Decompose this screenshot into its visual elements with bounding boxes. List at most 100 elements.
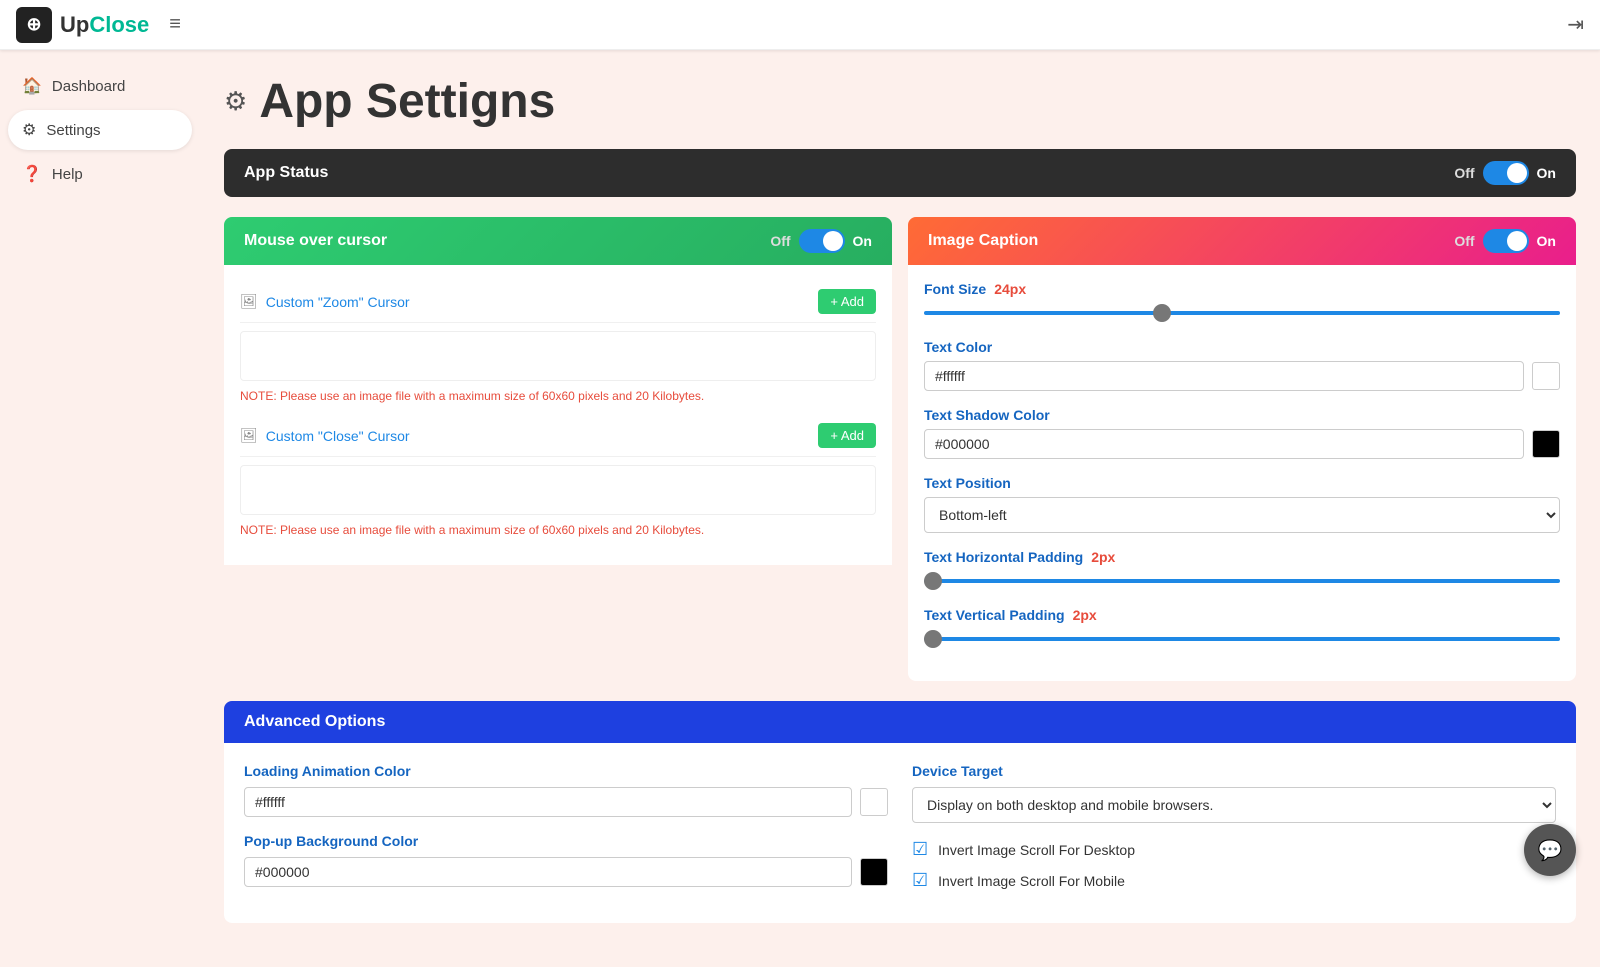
text-shadow-row: Text Shadow Color <box>924 407 1560 459</box>
close-img-icon: 🖼 <box>240 427 258 444</box>
h-padding-slider-wrapper <box>924 571 1560 591</box>
zoom-cursor-text: Custom "Zoom" Cursor <box>266 294 410 310</box>
topnav: ⊕ UpClose ≡ ⇥ <box>0 0 1600 50</box>
mouse-cursor-panel: Mouse over cursor Off On 🖼 Custom "Zoom"… <box>224 217 892 681</box>
text-color-input-row <box>924 361 1560 391</box>
font-size-row: Font Size 24px <box>924 281 1560 323</box>
text-position-row: Text Position Bottom-left Bottom-right T… <box>924 475 1560 533</box>
text-color-label: Text Color <box>924 339 1560 355</box>
sidebar-item-settings[interactable]: ⚙ Settings <box>8 110 192 150</box>
advanced-body: Loading Animation Color Pop-up Backgroun… <box>224 743 1576 923</box>
app-status-toggle-group: Off On <box>1454 161 1556 185</box>
page-title: App Settigns <box>259 74 555 129</box>
advanced-panel: Advanced Options Loading Animation Color <box>224 701 1576 923</box>
v-padding-value: 2px <box>1073 607 1097 623</box>
h-padding-row: Text Horizontal Padding 2px <box>924 549 1560 591</box>
font-size-label: Font Size <box>924 281 986 297</box>
loading-color-label: Loading Animation Color <box>244 763 888 779</box>
advanced-header: Advanced Options <box>224 701 1576 743</box>
loading-color-row: Loading Animation Color <box>244 763 888 817</box>
h-padding-value: 2px <box>1091 549 1115 565</box>
loading-color-swatch[interactable] <box>860 788 888 816</box>
zoom-add-button[interactable]: + Add <box>818 289 876 314</box>
chat-icon: 💬 <box>1538 838 1563 863</box>
popup-bg-input[interactable] <box>244 857 852 887</box>
h-padding-thumb[interactable] <box>924 572 942 590</box>
sidebar-label-help: Help <box>52 166 83 183</box>
h-padding-track <box>924 579 1560 583</box>
invert-desktop-checkbox[interactable]: ☑ <box>912 839 928 860</box>
text-color-row: Text Color <box>924 339 1560 391</box>
zoom-cursor-label: 🖼 Custom "Zoom" Cursor <box>240 293 410 310</box>
close-cursor-row: 🖼 Custom "Close" Cursor + Add <box>240 415 876 457</box>
image-caption-toggle-group: Off On <box>1454 229 1556 253</box>
close-upload-area[interactable] <box>240 465 876 515</box>
popup-bg-input-row <box>244 857 888 887</box>
zoom-cursor-row: 🖼 Custom "Zoom" Cursor + Add <box>240 281 876 323</box>
advanced-title: Advanced Options <box>244 713 385 731</box>
close-add-button[interactable]: + Add <box>818 423 876 448</box>
logo-symbol: ⊕ <box>26 14 41 35</box>
help-icon: ❓ <box>22 164 42 184</box>
close-note: NOTE: Please use an image file with a ma… <box>240 523 876 537</box>
mouse-cursor-on-label: On <box>853 233 872 249</box>
device-target-select[interactable]: Display on both desktop and mobile brows… <box>912 787 1556 823</box>
v-padding-thumb[interactable] <box>924 630 942 648</box>
v-padding-slider-wrapper <box>924 629 1560 649</box>
v-padding-label-row: Text Vertical Padding 2px <box>924 607 1560 623</box>
device-target-row: Device Target Display on both desktop an… <box>912 763 1556 823</box>
sidebar-item-dashboard[interactable]: 🏠 Dashboard <box>8 66 192 106</box>
h-padding-label: Text Horizontal Padding <box>924 549 1083 565</box>
main-content: ⚙ App Settigns App Status Off On Mouse o… <box>200 50 1600 967</box>
hamburger-icon[interactable]: ≡ <box>169 13 181 36</box>
text-shadow-input[interactable] <box>924 429 1524 459</box>
app-status-panel: App Status Off On <box>224 149 1576 197</box>
invert-mobile-checkbox[interactable]: ☑ <box>912 870 928 891</box>
v-padding-track <box>924 637 1560 641</box>
sidebar: 🏠 Dashboard ⚙ Settings ❓ Help <box>0 50 200 900</box>
invert-desktop-label: Invert Image Scroll For Desktop <box>938 842 1135 858</box>
advanced-left-col: Loading Animation Color Pop-up Backgroun… <box>244 763 888 903</box>
zoom-upload-area[interactable] <box>240 331 876 381</box>
text-shadow-swatch[interactable] <box>1532 430 1560 458</box>
popup-bg-swatch[interactable] <box>860 858 888 886</box>
dashboard-icon: 🏠 <box>22 76 42 96</box>
sidebar-label-settings: Settings <box>46 122 100 139</box>
exit-icon[interactable]: ⇥ <box>1567 14 1584 36</box>
invert-mobile-label: Invert Image Scroll For Mobile <box>938 873 1125 889</box>
cursor-section: 🖼 Custom "Zoom" Cursor + Add NOTE: Pleas… <box>224 265 892 565</box>
text-position-select[interactable]: Bottom-left Bottom-right Top-left Top-ri… <box>924 497 1560 533</box>
text-shadow-input-row <box>924 429 1560 459</box>
app-status-on-label: On <box>1537 165 1556 181</box>
app-status-off-label: Off <box>1454 165 1474 181</box>
image-caption-off-label: Off <box>1454 233 1474 249</box>
image-caption-on-label: On <box>1537 233 1556 249</box>
mouse-cursor-title: Mouse over cursor <box>244 232 387 250</box>
app-status-toggle[interactable] <box>1483 161 1529 185</box>
zoom-note: NOTE: Please use an image file with a ma… <box>240 389 876 403</box>
font-size-slider-wrapper <box>924 303 1560 323</box>
v-padding-row: Text Vertical Padding 2px <box>924 607 1560 649</box>
image-caption-panel: Image Caption Off On Font Size 24px <box>908 217 1576 681</box>
loading-color-input[interactable] <box>244 787 852 817</box>
font-size-thumb[interactable] <box>1153 304 1171 322</box>
sidebar-item-help[interactable]: ❓ Help <box>8 154 192 194</box>
logo-text: UpClose <box>60 12 149 38</box>
loading-color-input-row <box>244 787 888 817</box>
zoom-img-icon: 🖼 <box>240 293 258 310</box>
mouse-cursor-toggle[interactable] <box>799 229 845 253</box>
image-caption-title: Image Caption <box>928 232 1038 250</box>
main-two-col: Mouse over cursor Off On 🖼 Custom "Zoom"… <box>224 217 1576 701</box>
text-color-swatch[interactable] <box>1532 362 1560 390</box>
logo: ⊕ UpClose <box>16 7 149 43</box>
advanced-two-col: Loading Animation Color Pop-up Backgroun… <box>244 763 1556 903</box>
image-caption-toggle[interactable] <box>1483 229 1529 253</box>
invert-mobile-row: ☑ Invert Image Scroll For Mobile <box>912 870 1556 891</box>
close-cursor-label: 🖼 Custom "Close" Cursor <box>240 427 410 444</box>
popup-bg-label: Pop-up Background Color <box>244 833 888 849</box>
caption-panel-body: Font Size 24px Text Color <box>908 265 1576 681</box>
chat-bubble[interactable]: 💬 <box>1524 824 1576 876</box>
app-status-title: App Status <box>244 164 328 182</box>
text-color-input[interactable] <box>924 361 1524 391</box>
h-padding-label-row: Text Horizontal Padding 2px <box>924 549 1560 565</box>
